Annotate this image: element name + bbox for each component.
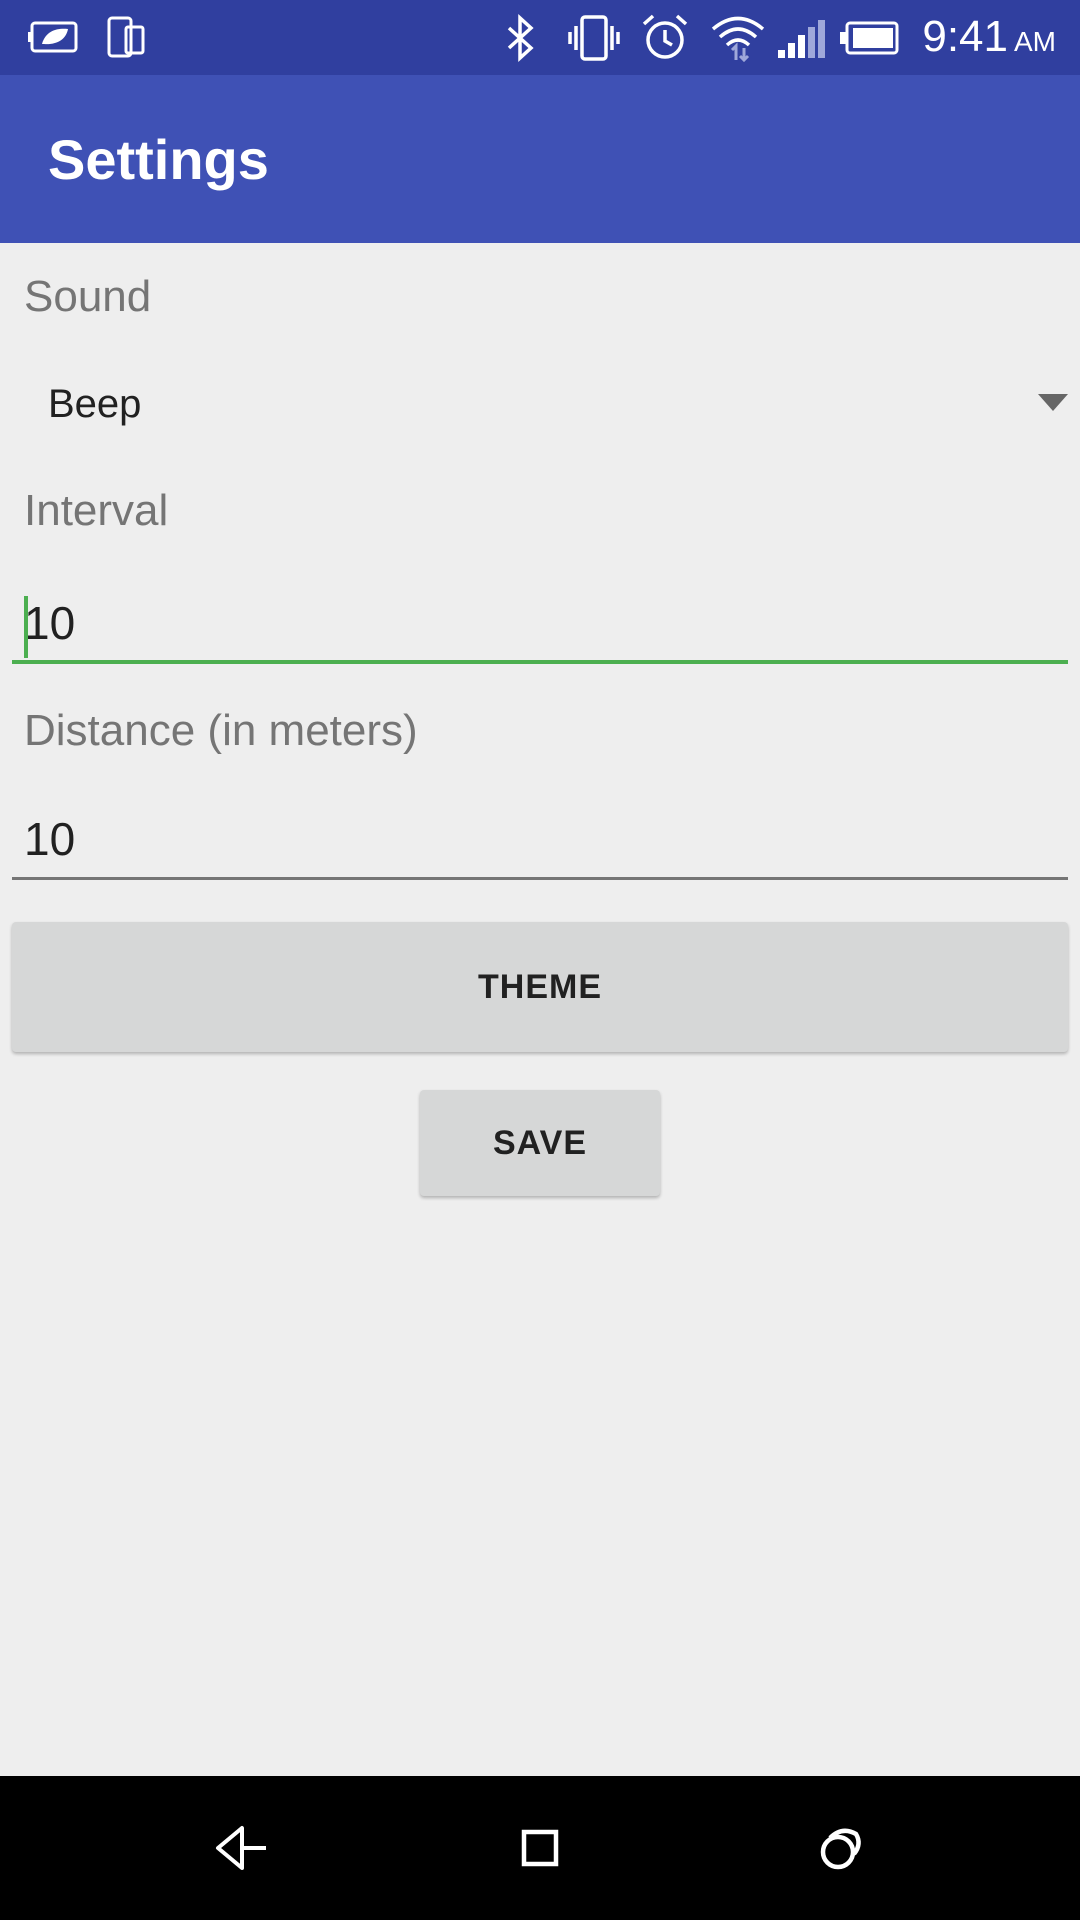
page-title: Settings: [48, 128, 269, 191]
distance-label: Distance (in meters): [24, 706, 418, 755]
alarm-icon: [642, 14, 688, 59]
wifi-icon: [711, 16, 765, 62]
dropdown-arrow-icon: [1038, 394, 1068, 411]
save-button[interactable]: SAVE: [420, 1090, 660, 1196]
bluetooth-icon: [507, 14, 534, 62]
battery-saver-icon: [28, 21, 78, 53]
back-icon[interactable]: [212, 1820, 270, 1876]
navigation-bar: [0, 1776, 1080, 1920]
distance-value: 10: [24, 813, 76, 865]
app-bar: Settings: [0, 75, 1080, 243]
sound-spinner[interactable]: Beep: [24, 360, 1068, 450]
sound-spinner-value: Beep: [48, 382, 142, 426]
interval-label: Interval: [24, 486, 169, 535]
interval-underline: [12, 660, 1068, 664]
status-bar: 9:41 AM: [0, 0, 1080, 75]
device-icon: [107, 16, 145, 58]
text-cursor: [24, 596, 28, 658]
vibrate-icon: [568, 15, 620, 61]
distance-field[interactable]: 10: [12, 800, 1068, 880]
status-time: 9:41 AM: [922, 12, 1056, 62]
status-time-ampm: AM: [1014, 26, 1056, 57]
interval-field[interactable]: 10: [12, 584, 1068, 664]
sound-label: Sound: [24, 272, 152, 321]
interval-value: 10: [24, 597, 76, 649]
status-time-value: 9:41: [922, 12, 1008, 61]
theme-button[interactable]: THEME: [12, 922, 1068, 1052]
signal-icon: [778, 20, 825, 58]
recents-icon[interactable]: [812, 1820, 868, 1876]
distance-underline: [12, 877, 1068, 880]
battery-icon: [840, 21, 899, 55]
home-icon[interactable]: [512, 1820, 568, 1876]
